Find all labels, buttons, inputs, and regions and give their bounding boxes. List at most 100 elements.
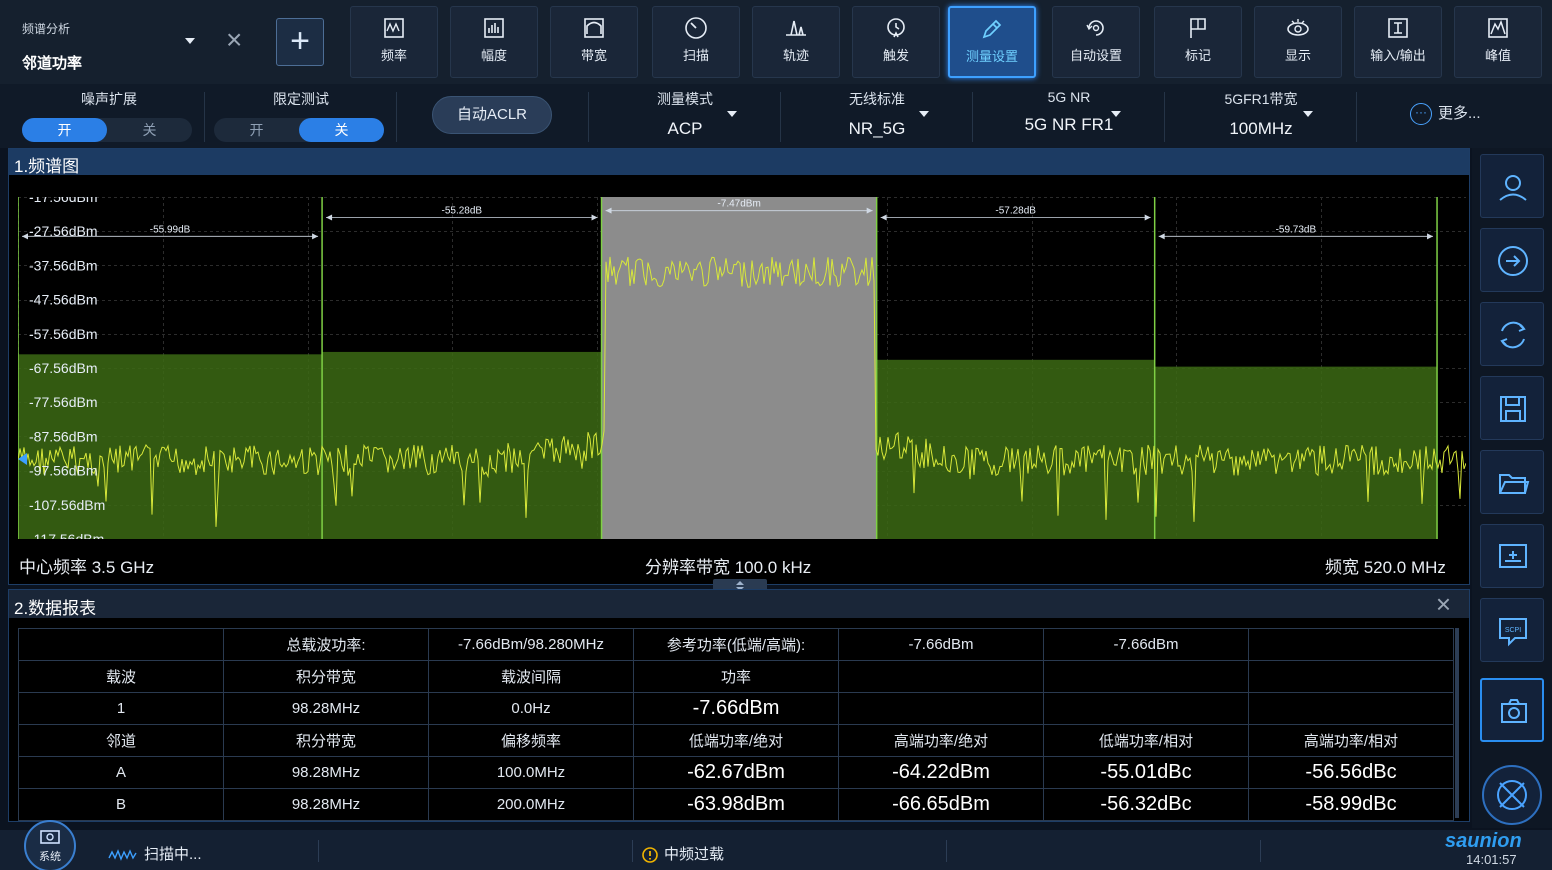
reference-level-label: -97.56dBm [29, 463, 97, 479]
radio-standard-title: 无线标准 [849, 91, 905, 107]
table-row: A 98.28MHz 100.0MHz -62.67dBm -64.22dBm -55.0… [18, 756, 1454, 789]
table-cell: 积分带宽 [223, 724, 429, 757]
nr-dropdown[interactable]: 5G NR 5G NR FR1 [974, 84, 1164, 148]
table-cell: 100.0MHz [428, 756, 634, 789]
band-annotation: -55.99dB [150, 224, 191, 235]
table-cell [1043, 692, 1249, 725]
table-cell: 低端功率/相对 [1043, 724, 1249, 757]
softkey-bar: 噪声扩展 开 关 限定测试 开 关 自动ACLR 测量模式 ACP 无线标准 N… [0, 84, 1552, 148]
rbw-label: 分辨率带宽 100.0 kHz [645, 558, 812, 577]
band-annotation: -55.28dB [442, 206, 483, 217]
meas-mode-title: 测量模式 [657, 91, 713, 107]
marker-icon [1190, 18, 1206, 38]
user-icon[interactable] [1480, 154, 1544, 218]
menu-button-bandwidth[interactable]: 带宽 [550, 6, 638, 78]
toggle-on[interactable]: 开 [22, 118, 107, 142]
table-cell: 98.28MHz [223, 756, 429, 789]
noise-extension-toggle[interactable]: 开 关 [22, 118, 192, 142]
band-annotation: -7.47dBm [717, 199, 760, 210]
table-cell: -7.66dBm/98.280MHz [428, 628, 634, 661]
system-button[interactable]: 系统 [24, 820, 76, 870]
table-cell: 载波 [18, 660, 224, 693]
table-cell: B [18, 788, 224, 821]
menu-label: 显示 [1284, 48, 1311, 63]
table-scrollbar[interactable] [1455, 628, 1459, 818]
table-cell [1043, 660, 1249, 693]
svg-text:SCPI: SCPI [1505, 627, 1521, 634]
peak-icon [1488, 18, 1508, 38]
table-row: 1 98.28MHz 0.0Hz -7.66dBm [18, 692, 1454, 725]
reference-level-label: -67.56dBm [29, 360, 97, 376]
table-cell [838, 692, 1044, 725]
radio-standard-dropdown[interactable]: 无线标准 NR_5G [782, 84, 972, 148]
center-frequency-label: 中心频率 3.5 GHz [19, 558, 155, 577]
menu-button-display[interactable]: 显示 [1254, 6, 1342, 78]
limit-test-toggle[interactable]: 开 关 [214, 118, 384, 142]
sweep-wave-icon [108, 849, 137, 861]
table-cell: -56.56dBc [1248, 756, 1454, 789]
limit-test-title: 限定测试 [273, 91, 329, 107]
table-cell: 低端功率/绝对 [633, 724, 839, 757]
table-cell: 98.28MHz [223, 692, 429, 725]
share-icon[interactable] [1480, 228, 1544, 292]
data-report-header: 2.数据报表 × [9, 590, 1469, 618]
more-label: 更多... [1438, 105, 1481, 122]
chevron-down-icon [727, 111, 737, 117]
table-cell [18, 628, 224, 661]
meas-mode-dropdown[interactable]: 测量模式 ACP [590, 84, 780, 148]
refresh-icon[interactable] [1480, 302, 1544, 366]
overload-status: 中频过载 [642, 843, 724, 864]
noise-extension-group: 噪声扩展 开 关 [14, 84, 204, 148]
spectrum-plot[interactable]: -55.99dB -55.28dB -7.47dBm -57.28dB -59.73dB… [18, 197, 1466, 539]
more-button[interactable]: ··· 更多... [1410, 102, 1481, 130]
table-cell: 0.0Hz [428, 692, 634, 725]
menu-button-frequency[interactable]: 频率 [350, 6, 438, 78]
table-cell: -55.01dBc [1043, 756, 1249, 789]
menu-button-trigger[interactable]: 触发 [852, 6, 940, 78]
adjacent-channel-band [876, 359, 1155, 539]
warning-icon [642, 847, 658, 863]
screen-icon[interactable] [1480, 524, 1544, 588]
table-row: 总载波功率: -7.66dBm/98.280MHz 参考功率(低端/高端): -7.6… [18, 628, 1454, 661]
meas-mode-value: ACP [667, 119, 703, 138]
scpi-icon[interactable]: SCPI [1480, 598, 1544, 662]
radio-standard-value: NR_5G [848, 119, 906, 138]
folder-icon[interactable] [1480, 450, 1544, 514]
toggle-on[interactable]: 开 [214, 118, 299, 142]
menu-button-io[interactable]: 输入/输出 [1354, 6, 1442, 78]
fr1-bandwidth-value: 100MHz [1229, 119, 1293, 138]
overload-status-label: 中频过载 [664, 846, 725, 863]
camera-icon[interactable] [1480, 678, 1544, 742]
menu-label: 峰值 [1484, 48, 1511, 63]
menu-label: 幅度 [480, 48, 507, 63]
menu-button-meas-setup[interactable]: 测量设置 [948, 6, 1036, 78]
close-icon[interactable]: × [226, 26, 242, 54]
mode-selector[interactable]: 频谱分析 邻道功率 [10, 6, 210, 78]
table-cell: 200.0MHz [428, 788, 634, 821]
clock: 14:01:57 [1466, 852, 1517, 867]
reference-level-label: -57.56dBm [29, 326, 97, 342]
save-icon[interactable] [1480, 376, 1544, 440]
system-tools-icon[interactable] [1482, 765, 1542, 825]
reference-level-label: -17.56dBm [29, 197, 97, 205]
noise-extension-title: 噪声扩展 [81, 91, 137, 107]
add-measurement-button[interactable]: + [276, 18, 324, 66]
table-cell: -62.67dBm [633, 756, 839, 789]
table-row: B 98.28MHz 200.0MHz -63.98dBm -66.65dBm -56.3… [18, 788, 1454, 821]
close-icon[interactable]: × [1436, 590, 1451, 618]
menu-button-sweep[interactable]: 扫描 [652, 6, 740, 78]
menu-button-amplitude[interactable]: 幅度 [450, 6, 538, 78]
menu-button-auto-setup[interactable]: 自动设置 [1052, 6, 1140, 78]
auto-aclr-button[interactable]: 自动ACLR [432, 96, 552, 134]
menu-button-trace[interactable]: 轨迹 [752, 6, 840, 78]
chevron-down-icon [1303, 111, 1313, 117]
meas-setup-icon [982, 19, 1002, 39]
menu-button-peak[interactable]: 峰值 [1454, 6, 1542, 78]
menu-button-marker[interactable]: 标记 [1154, 6, 1242, 78]
fr1-bandwidth-dropdown[interactable]: 5GFR1带宽 100MHz [1166, 84, 1356, 148]
toggle-off[interactable]: 关 [299, 118, 384, 142]
scan-status-label: 扫描中... [144, 846, 202, 863]
main-channel-band [601, 197, 877, 539]
io-icon [1388, 18, 1408, 38]
toggle-off[interactable]: 关 [107, 118, 192, 142]
